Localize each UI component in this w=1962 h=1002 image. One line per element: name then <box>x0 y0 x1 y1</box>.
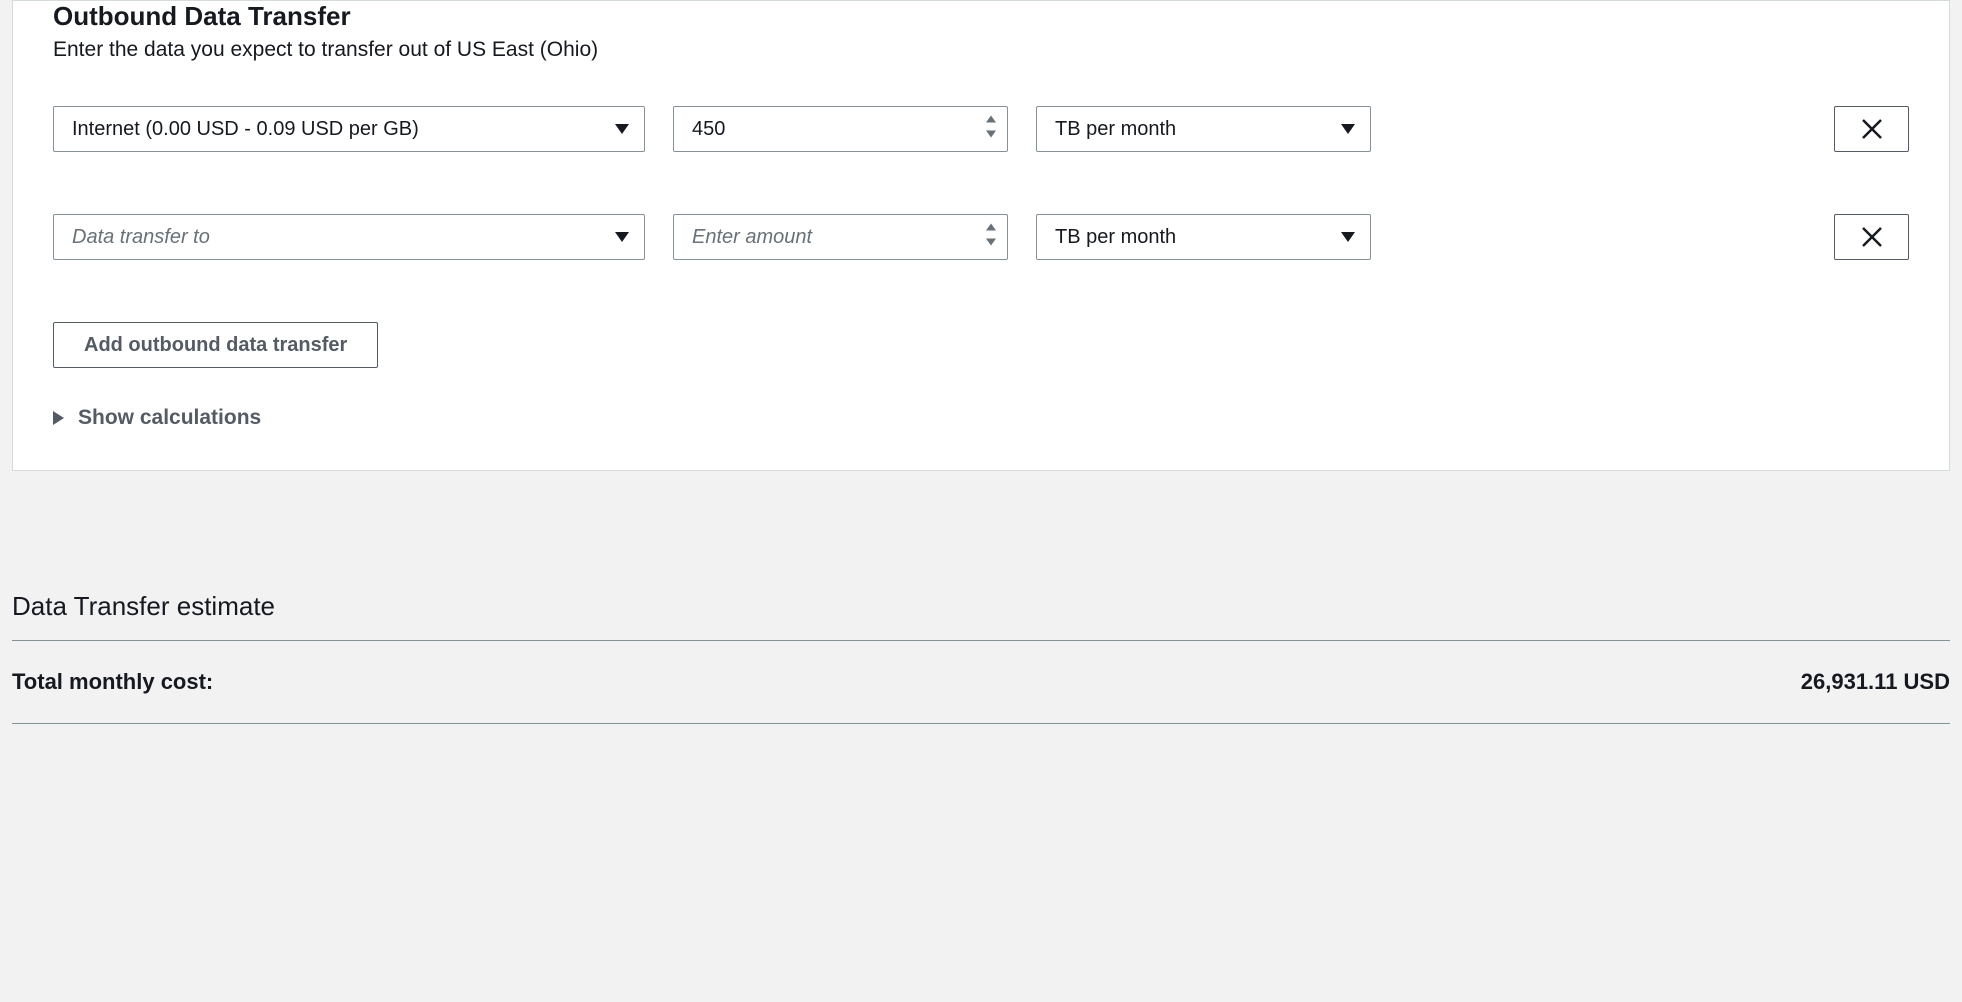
unit-select-wrapper: TB per month <box>1036 106 1371 152</box>
estimate-section: Data Transfer estimate Total monthly cos… <box>0 591 1962 724</box>
show-calculations-label: Show calculations <box>78 406 261 430</box>
amount-input-wrapper <box>673 106 1008 152</box>
estimate-title: Data Transfer estimate <box>12 591 1950 622</box>
remove-row-button[interactable] <box>1834 106 1909 152</box>
unit-select-value: TB per month <box>1055 118 1176 141</box>
outbound-subtitle: Enter the data you expect to transfer ou… <box>53 38 1909 62</box>
destination-select-wrapper: Internet (0.00 USD - 0.09 USD per GB) <box>53 106 645 152</box>
unit-select-value: TB per month <box>1055 226 1176 249</box>
transfer-row: Internet (0.00 USD - 0.09 USD per GB) TB… <box>53 106 1909 152</box>
destination-select-placeholder: Data transfer to <box>72 226 210 249</box>
destination-select-value: Internet (0.00 USD - 0.09 USD per GB) <box>72 118 419 141</box>
close-icon <box>1861 118 1883 140</box>
unit-select[interactable]: TB per month <box>1036 214 1371 260</box>
outbound-title: Outbound Data Transfer <box>53 1 1909 32</box>
amount-input[interactable] <box>673 106 1008 152</box>
remove-row-button[interactable] <box>1834 214 1909 260</box>
destination-select[interactable]: Internet (0.00 USD - 0.09 USD per GB) <box>53 106 645 152</box>
amount-input[interactable] <box>673 214 1008 260</box>
outbound-data-transfer-card: Outbound Data Transfer Enter the data yo… <box>12 0 1950 471</box>
amount-input-wrapper <box>673 214 1008 260</box>
destination-select[interactable]: Data transfer to <box>53 214 645 260</box>
destination-select-wrapper: Data transfer to <box>53 214 645 260</box>
total-cost-row: Total monthly cost: 26,931.11 USD <box>12 641 1950 723</box>
total-cost-value: 26,931.11 USD <box>1801 669 1950 695</box>
add-outbound-transfer-button[interactable]: Add outbound data transfer <box>53 322 378 368</box>
unit-select-wrapper: TB per month <box>1036 214 1371 260</box>
unit-select[interactable]: TB per month <box>1036 106 1371 152</box>
divider <box>12 723 1950 724</box>
total-cost-label: Total monthly cost: <box>12 669 213 695</box>
transfer-row: Data transfer to TB per month <box>53 214 1909 260</box>
show-calculations-toggle[interactable]: Show calculations <box>53 406 1909 430</box>
close-icon <box>1861 226 1883 248</box>
chevron-right-icon <box>53 411 64 425</box>
